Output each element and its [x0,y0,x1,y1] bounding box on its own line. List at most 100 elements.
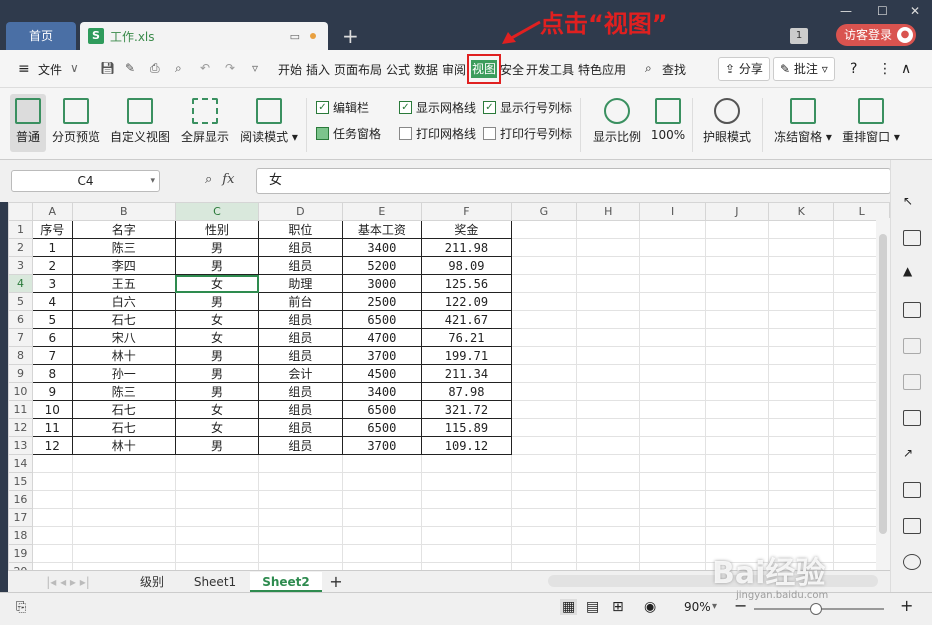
menu-review[interactable]: 审阅 [442,61,466,78]
cell-h17[interactable] [576,508,641,527]
sheet-tab-sheet2[interactable]: Sheet2 [250,572,322,592]
cell-f11[interactable]: 321.72 [421,400,512,419]
cell-h2[interactable] [576,238,641,257]
cell-i14[interactable] [639,454,706,473]
cell-g13[interactable] [510,436,578,455]
cell-h12[interactable] [576,418,641,437]
cell-a3[interactable]: 2 [31,256,73,275]
cell-g3[interactable] [510,256,578,275]
cell-a7[interactable]: 6 [31,328,73,347]
cell-d13[interactable]: 组员 [258,436,343,455]
cell-c13[interactable]: 男 [174,436,260,455]
formula-input[interactable]: 女 [256,168,891,194]
cell-e8[interactable]: 3700 [341,346,423,365]
save-icon[interactable]: 💾︎ [100,61,115,75]
sheet-nav-arrows-icon[interactable]: |◂ ◂ ▸ ▸| [18,572,118,592]
row-header-11[interactable]: 11 [8,400,33,419]
column-header-i[interactable]: I [639,202,706,221]
cell-i1[interactable] [639,220,706,239]
cell-h19[interactable] [576,544,641,563]
row-header-2[interactable]: 2 [8,238,33,257]
cell-j7[interactable] [704,328,770,347]
cell-j10[interactable] [704,382,770,401]
cell-b2[interactable]: 陈三 [71,238,176,257]
cell-e19[interactable] [341,544,423,563]
cell-f5[interactable]: 122.09 [421,292,512,311]
cell-c12[interactable]: 女 [174,418,260,437]
cell-g17[interactable] [510,508,578,527]
cell-h20[interactable] [576,562,641,570]
cell-k4[interactable] [768,274,835,293]
menu-view[interactable]: 视图 [471,60,497,78]
cell-e4[interactable]: 3000 [341,274,423,293]
cell-k18[interactable] [768,526,835,545]
column-header-f[interactable]: F [421,202,512,221]
cell-a6[interactable]: 5 [31,310,73,329]
cell-g16[interactable] [510,490,578,509]
new-tab-plus-icon[interactable]: + [342,24,359,48]
shapes-icon[interactable] [903,230,921,246]
menu-search[interactable]: 查找 [662,61,686,78]
row-header-20[interactable]: 20 [8,562,33,570]
cell-a4[interactable]: 3 [31,274,73,293]
column-header-j[interactable]: J [704,202,770,221]
menu-data[interactable]: 数据 [414,61,438,78]
cell-a17[interactable] [31,508,73,527]
cell-d4[interactable]: 助理 [258,274,343,293]
cell-d16[interactable] [258,490,343,509]
column-header-d[interactable]: D [258,202,343,221]
cell-b6[interactable]: 石七 [71,310,176,329]
column-header-a[interactable]: A [31,202,73,221]
more-chevron-icon[interactable]: ▿ [252,61,258,75]
cell-i12[interactable] [639,418,706,437]
cell-f15[interactable] [421,472,512,491]
cell-c7[interactable]: 女 [174,328,260,347]
cell-c2[interactable]: 男 [174,238,260,257]
custom-view-button[interactable]: 自定义视图 [108,94,172,145]
show-grid-checkbox[interactable]: ✓ 显示网格线 [399,99,476,116]
column-header-e[interactable]: E [341,202,423,221]
transfer-icon[interactable] [903,338,921,354]
cell-e7[interactable]: 4700 [341,328,423,347]
tab-file[interactable]: S 工作.xls ▭ [80,22,328,50]
cell-b11[interactable]: 石七 [71,400,176,419]
search-icon[interactable]: ⌕ [645,61,652,76]
row-header-10[interactable]: 10 [8,382,33,401]
sheet-tab-sheet1[interactable]: Sheet1 [184,572,246,592]
page-layout-icon[interactable]: ▤ [586,599,599,615]
cell-h10[interactable] [576,382,641,401]
collapse-ribbon-icon[interactable]: ∧ [901,61,911,77]
name-box[interactable]: C4 ▾ [11,170,160,192]
sheet-tab-level[interactable]: 级别 [124,572,180,592]
print-icon[interactable]: ⎙ [150,61,160,76]
cell-k13[interactable] [768,436,835,455]
cell-c10[interactable]: 男 [174,382,260,401]
share-out-icon[interactable]: ↗ [903,446,921,462]
cell-i6[interactable] [639,310,706,329]
cell-d9[interactable]: 会计 [258,364,343,383]
cell-h14[interactable] [576,454,641,473]
row-header-16[interactable]: 16 [8,490,33,509]
cell-f16[interactable] [421,490,512,509]
menu-start[interactable]: 开始 [278,61,302,78]
cell-g18[interactable] [510,526,578,545]
cell-e14[interactable] [341,454,423,473]
cell-b9[interactable]: 孙一 [71,364,176,383]
cell-b3[interactable]: 李四 [71,256,176,275]
row-header-9[interactable]: 9 [8,364,33,383]
cell-k15[interactable] [768,472,835,491]
cell-f13[interactable]: 109.12 [421,436,512,455]
cell-e20[interactable] [341,562,423,570]
cell-d19[interactable] [258,544,343,563]
badge-count[interactable]: 1 [790,28,808,44]
cell-i11[interactable] [639,400,706,419]
cell-j9[interactable] [704,364,770,383]
menu-formula[interactable]: 公式 [386,61,410,78]
cell-j1[interactable] [704,220,770,239]
page-preview-button[interactable]: 分页预览 [50,94,102,145]
cell-a1[interactable]: 序号 [31,220,73,239]
cell-h7[interactable] [576,328,641,347]
row-header-15[interactable]: 15 [8,472,33,491]
cell-i2[interactable] [639,238,706,257]
cell-h15[interactable] [576,472,641,491]
